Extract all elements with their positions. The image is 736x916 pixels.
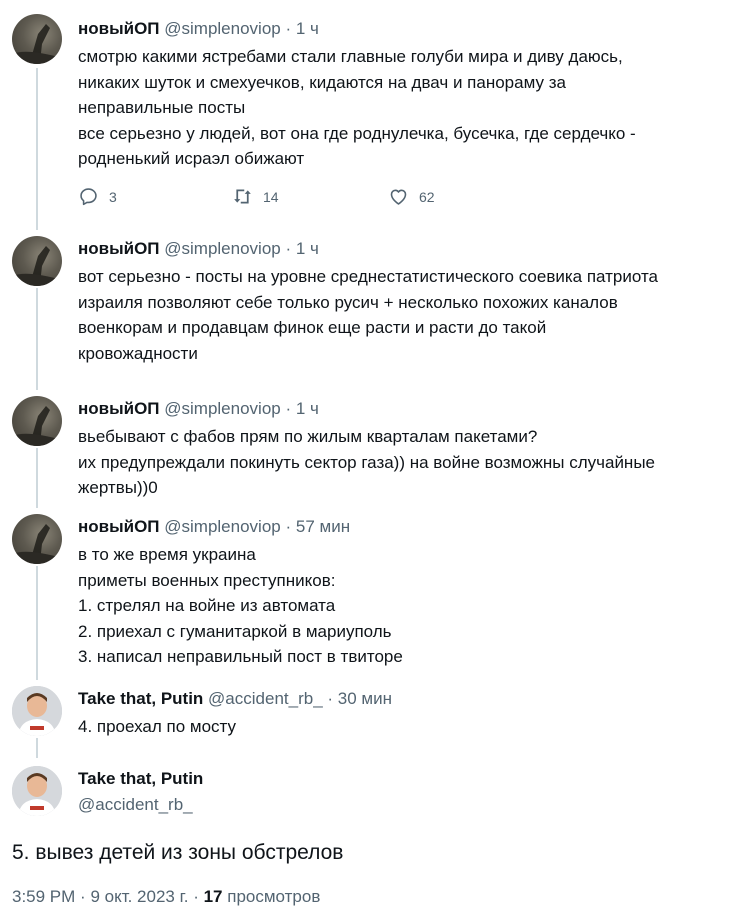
author-name[interactable]: новыйОП bbox=[78, 239, 160, 258]
text-line: 2. приехал с гуманитаркой в мариуполь bbox=[78, 621, 392, 641]
main-author-handle[interactable]: @accident_rb_ bbox=[78, 794, 193, 816]
separator: · bbox=[80, 887, 86, 906]
tweet-header: новыйОП @simplenoviop · 57 мин bbox=[78, 516, 350, 538]
tweet-text: в то же время украина приметы военных пр… bbox=[78, 542, 718, 670]
tweet-time[interactable]: 1 ч bbox=[296, 19, 319, 38]
avatar[interactable] bbox=[12, 514, 62, 564]
text-line: 1. стрелял на войне из автомата bbox=[78, 596, 336, 615]
text-line: 3. написал неправильный пост в твиторе bbox=[78, 647, 403, 666]
thread-tweet[interactable]: новыйОП @simplenoviop · 1 ч вьебывают с … bbox=[0, 392, 736, 508]
separator: · bbox=[285, 19, 292, 38]
avatar[interactable] bbox=[12, 236, 62, 286]
heart-icon bbox=[390, 189, 407, 205]
main-avatar[interactable] bbox=[12, 766, 62, 816]
text-line: вот серьезно - посты на уровне среднеста… bbox=[78, 267, 659, 286]
avatar[interactable] bbox=[12, 686, 62, 736]
text-line: жертвы))0 bbox=[78, 478, 158, 497]
separator: · bbox=[285, 239, 292, 258]
separator: · bbox=[327, 689, 334, 708]
retweet-button[interactable]: 14 bbox=[232, 186, 279, 207]
text-line: 4. проехал по мосту bbox=[78, 717, 237, 736]
text-line: кровожадности bbox=[78, 343, 198, 363]
reply-button[interactable]: 3 bbox=[78, 186, 117, 207]
tweet-header: новыйОП @simplenoviop · 1 ч bbox=[78, 18, 319, 40]
tweet-time[interactable]: 1 ч bbox=[296, 239, 319, 258]
tweet-actions: 3 14 62 bbox=[78, 186, 498, 208]
author-name[interactable]: Take that, Putin bbox=[78, 689, 203, 708]
separator: · bbox=[193, 887, 199, 906]
tweet-text: смотрю какими ястребами стали главные го… bbox=[78, 44, 718, 172]
text-line: военкорам и продавцам финок еще расти и … bbox=[78, 318, 547, 337]
thread-tweet[interactable]: новыйОП @simplenoviop · 57 мин в то же в… bbox=[0, 510, 736, 680]
retweet-count: 14 bbox=[263, 188, 279, 205]
tweet-text: вот серьезно - посты на уровне среднеста… bbox=[78, 264, 718, 366]
text-line: израиля позволяют себе только русич + не… bbox=[78, 292, 618, 312]
thread-tweet[interactable]: Take that, Putin @accident_rb_ · 30 мин … bbox=[0, 682, 736, 752]
views-count: 17 bbox=[203, 887, 223, 906]
text-line: смотрю какими ястребами стали главные го… bbox=[78, 47, 623, 66]
separator: · bbox=[285, 399, 292, 418]
tweet-footer: 3:59 PM · 9 окт. 2023 г. · 17 просмотров bbox=[12, 884, 320, 910]
text-line: вьебывают с фабов прям по жилым квартала… bbox=[78, 427, 538, 446]
avatar[interactable] bbox=[12, 396, 62, 446]
views-label: просмотров bbox=[227, 887, 321, 906]
author-handle[interactable]: @simplenoviop bbox=[164, 399, 280, 418]
text-line: все серьезно у людей, вот она где роднул… bbox=[78, 123, 636, 143]
reply-icon bbox=[80, 188, 97, 206]
tweet-header: новыйОП @simplenoviop · 1 ч bbox=[78, 238, 319, 260]
text-line: приметы военных преступников: bbox=[78, 570, 336, 590]
reply-count: 3 bbox=[109, 188, 117, 205]
author-name[interactable]: новыйОП bbox=[78, 399, 160, 418]
tweet-header: новыйОП @simplenoviop · 1 ч bbox=[78, 398, 319, 420]
text-line: их предупреждали покинуть сектор газа)) … bbox=[78, 452, 655, 472]
tweet-time[interactable]: 30 мин bbox=[338, 689, 392, 708]
author-handle[interactable]: @simplenoviop bbox=[164, 517, 280, 536]
author-name[interactable]: новыйОП bbox=[78, 517, 160, 536]
text-line: в то же время украина bbox=[78, 545, 256, 564]
avatar[interactable] bbox=[12, 14, 62, 64]
tweet-header: Take that, Putin @accident_rb_ · 30 мин bbox=[78, 688, 392, 710]
like-count: 62 bbox=[419, 188, 435, 205]
tweet-timestamp[interactable]: 3:59 PM bbox=[12, 887, 75, 906]
thread-tweet[interactable]: новыйОП @simplenoviop · 1 ч вот серьезно… bbox=[0, 232, 736, 388]
main-author-name[interactable]: Take that, Putin bbox=[78, 768, 203, 790]
retweet-icon bbox=[234, 189, 251, 204]
tweet-text: вьебывают с фабов прям по жилым квартала… bbox=[78, 424, 718, 501]
text-line: никаких шуток и смехуечков, кидаются на … bbox=[78, 72, 566, 92]
separator: · bbox=[285, 517, 292, 536]
tweet-date[interactable]: 9 окт. 2023 г. bbox=[90, 887, 188, 906]
tweet-time[interactable]: 1 ч bbox=[296, 399, 319, 418]
text-line: неправильные посты bbox=[78, 98, 246, 117]
author-handle[interactable]: @simplenoviop bbox=[164, 239, 280, 258]
author-handle[interactable]: @accident_rb_ bbox=[208, 689, 323, 708]
like-button[interactable]: 62 bbox=[388, 186, 435, 207]
tweet-text: 4. проехал по мосту bbox=[78, 714, 718, 740]
text-line: родненький исраэл обижают bbox=[78, 149, 305, 168]
main-tweet-text: 5. вывез детей из зоны обстрелов bbox=[12, 841, 344, 864]
author-handle[interactable]: @simplenoviop bbox=[164, 19, 280, 38]
author-name[interactable]: новыйОП bbox=[78, 19, 160, 38]
thread-tweet[interactable]: новыйОП @simplenoviop · 1 ч смотрю каким… bbox=[0, 0, 736, 230]
tweet-time[interactable]: 57 мин bbox=[296, 517, 350, 536]
